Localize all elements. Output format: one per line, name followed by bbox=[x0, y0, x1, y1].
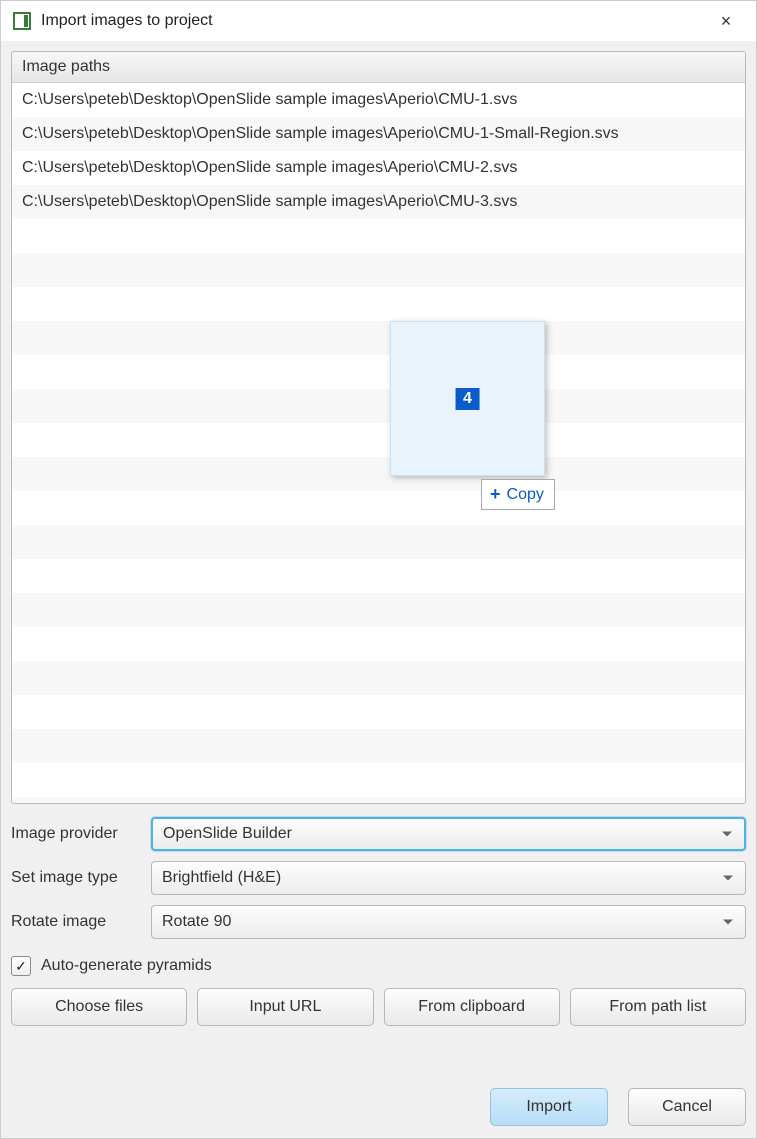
type-value: Brightfield (H&E) bbox=[162, 869, 281, 887]
source-buttons-row: Choose files Input URL From clipboard Fr… bbox=[11, 988, 746, 1026]
rotate-combo[interactable]: Rotate 90 bbox=[151, 905, 746, 939]
dialog-footer: Import Cancel bbox=[11, 1072, 746, 1126]
list-item bbox=[12, 253, 745, 287]
list-item[interactable]: C:\Users\peteb\Desktop\OpenSlide sample … bbox=[12, 117, 745, 151]
list-item[interactable]: C:\Users\peteb\Desktop\OpenSlide sample … bbox=[12, 185, 745, 219]
window-title: Import images to project bbox=[41, 12, 706, 30]
image-paths-panel: Image paths C:\Users\peteb\Desktop\OpenS… bbox=[11, 51, 746, 804]
input-url-button[interactable]: Input URL bbox=[197, 988, 373, 1026]
list-item bbox=[12, 661, 745, 695]
list-item bbox=[12, 559, 745, 593]
pyramids-label: Auto-generate pyramids bbox=[41, 957, 212, 975]
app-icon bbox=[13, 12, 31, 30]
chevron-down-icon bbox=[723, 876, 733, 881]
type-row: Set image type Brightfield (H&E) bbox=[11, 860, 746, 896]
choose-files-button[interactable]: Choose files bbox=[11, 988, 187, 1026]
provider-label: Image provider bbox=[11, 825, 151, 843]
list-item bbox=[12, 763, 745, 797]
provider-value: OpenSlide Builder bbox=[163, 825, 292, 843]
panel-header: Image paths bbox=[12, 52, 745, 83]
list-item bbox=[12, 423, 745, 457]
list-item bbox=[12, 797, 745, 803]
list-item bbox=[12, 695, 745, 729]
list-item bbox=[12, 525, 745, 559]
list-item bbox=[12, 491, 745, 525]
type-combo[interactable]: Brightfield (H&E) bbox=[151, 861, 746, 895]
drag-ghost: 4 bbox=[390, 321, 545, 476]
content-area: Image paths C:\Users\peteb\Desktop\OpenS… bbox=[1, 41, 756, 1138]
from-clipboard-button[interactable]: From clipboard bbox=[384, 988, 560, 1026]
pyramids-checkbox[interactable]: ✓ bbox=[11, 956, 31, 976]
list-item bbox=[12, 287, 745, 321]
drag-action-label: + Copy bbox=[481, 479, 555, 510]
options-form: Image provider OpenSlide Builder Set ima… bbox=[11, 816, 746, 948]
close-icon[interactable]: × bbox=[706, 11, 746, 32]
rotate-label: Rotate image bbox=[11, 913, 151, 931]
cancel-button[interactable]: Cancel bbox=[628, 1088, 746, 1126]
pyramids-checkbox-row[interactable]: ✓ Auto-generate pyramids bbox=[11, 956, 746, 976]
import-button[interactable]: Import bbox=[490, 1088, 608, 1126]
list-item bbox=[12, 729, 745, 763]
rotate-value: Rotate 90 bbox=[162, 913, 231, 931]
list-item bbox=[12, 219, 745, 253]
list-item[interactable]: C:\Users\peteb\Desktop\OpenSlide sample … bbox=[12, 151, 745, 185]
list-item bbox=[12, 389, 745, 423]
rotate-row: Rotate image Rotate 90 bbox=[11, 904, 746, 940]
list-item bbox=[12, 355, 745, 389]
titlebar: Import images to project × bbox=[1, 1, 756, 41]
chevron-down-icon bbox=[722, 832, 732, 837]
provider-combo[interactable]: OpenSlide Builder bbox=[151, 817, 746, 851]
from-path-list-button[interactable]: From path list bbox=[570, 988, 746, 1026]
list-item[interactable]: C:\Users\peteb\Desktop\OpenSlide sample … bbox=[12, 83, 745, 117]
image-paths-list[interactable]: C:\Users\peteb\Desktop\OpenSlide sample … bbox=[12, 83, 745, 803]
chevron-down-icon bbox=[723, 920, 733, 925]
plus-icon: + bbox=[490, 484, 501, 505]
list-item bbox=[12, 321, 745, 355]
list-item bbox=[12, 627, 745, 661]
provider-row: Image provider OpenSlide Builder bbox=[11, 816, 746, 852]
list-item bbox=[12, 457, 745, 491]
drag-action-text: Copy bbox=[507, 486, 544, 504]
type-label: Set image type bbox=[11, 869, 151, 887]
list-item bbox=[12, 593, 745, 627]
drag-count-badge: 4 bbox=[455, 388, 480, 410]
